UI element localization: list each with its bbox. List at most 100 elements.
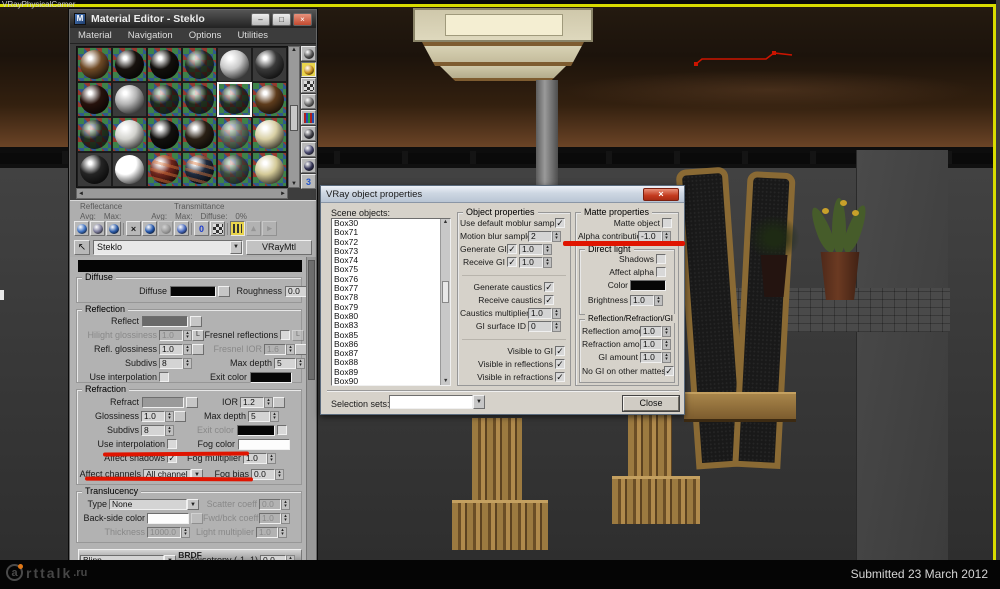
reflect-color-swatch[interactable] <box>142 316 188 327</box>
material-sample-slot-3[interactable] <box>147 47 182 82</box>
refl-glossiness-map-button[interactable] <box>192 344 204 355</box>
reset-map-icon[interactable]: × <box>126 221 141 236</box>
material-sample-slot-8[interactable] <box>112 82 147 117</box>
make-preview-icon[interactable] <box>301 126 316 141</box>
backlight-icon[interactable] <box>301 62 316 77</box>
gi-surface-id-field[interactable]: 0 <box>528 321 552 332</box>
refr-exit-color-swatch[interactable] <box>237 425 275 436</box>
material-sample-slot-19[interactable] <box>77 152 112 187</box>
refl-max-depth-field[interactable]: 5 <box>274 358 296 369</box>
fresnel-ior-field[interactable]: 1.6 <box>264 344 286 355</box>
parameters-scroll-thumb[interactable] <box>308 260 315 380</box>
material-sample-slot-21[interactable] <box>147 152 182 187</box>
generate-gi-checkbox[interactable]: ✓ <box>507 244 517 254</box>
fwd-bck-coeff-field[interactable]: 1.0 <box>259 513 281 524</box>
selection-sets-chevron-icon[interactable]: ▼ <box>473 395 485 409</box>
show-map-in-viewport-icon[interactable] <box>210 221 225 236</box>
affect-alpha-checkbox[interactable] <box>656 267 666 277</box>
hilight-glossiness-spinner[interactable]: ▴▾ <box>183 330 192 341</box>
gi-amount-field[interactable]: 1.0 <box>640 352 662 363</box>
light-multiplier-field[interactable]: 1.0 <box>256 527 278 538</box>
ior-map-button[interactable] <box>273 397 285 408</box>
translucency-type-chevron-icon[interactable]: ▼ <box>187 499 199 510</box>
fresnel-l-button[interactable]: L <box>292 330 304 341</box>
material-sample-slot-2[interactable] <box>112 47 147 82</box>
shadows-checkbox[interactable] <box>656 254 666 264</box>
fresnel-reflections-checkbox[interactable] <box>280 330 290 340</box>
minimize-button[interactable]: – <box>251 13 270 26</box>
visible-in-refractions-checkbox[interactable]: ✓ <box>555 372 565 382</box>
motion-blur-samples-spinner[interactable]: ▴▾ <box>552 231 561 242</box>
slots-horizontal-scrollbar[interactable]: ◄► <box>76 188 288 199</box>
reflection-amount-spinner[interactable]: ▴▾ <box>662 326 671 337</box>
material-name-dropdown[interactable]: Steklo ▼ <box>93 240 243 255</box>
menu-utilities[interactable]: Utilities <box>229 30 276 41</box>
menu-material[interactable]: Material <box>70 30 120 41</box>
background-icon[interactable] <box>301 78 316 93</box>
back-side-map-button[interactable] <box>191 513 203 524</box>
caustics-multiplier-spinner[interactable]: ▴▾ <box>552 308 561 319</box>
gi-surface-id-spinner[interactable]: ▴▾ <box>552 321 561 332</box>
material-sample-slot-15[interactable] <box>147 117 182 152</box>
scene-objects-listbox[interactable]: Box30Box71Box72Box73Box74Box75Box76Box77… <box>331 218 451 386</box>
scatter-coeff-field[interactable]: 0.0 <box>259 499 281 510</box>
refl-max-depth-spinner[interactable]: ▴▾ <box>296 358 305 369</box>
refraction-amount-field[interactable]: 1.0 <box>640 339 662 350</box>
back-side-color-swatch[interactable] <box>147 513 189 524</box>
refraction-amount-spinner[interactable]: ▴▾ <box>662 339 671 350</box>
material-sample-slot-18[interactable] <box>252 117 287 152</box>
refr-glossiness-map-button[interactable] <box>174 411 186 422</box>
pick-material-icon[interactable]: ↖ <box>74 240 90 255</box>
brightness-field[interactable]: 1.0 <box>630 295 654 306</box>
viewport-camera-label[interactable]: VRayPhysicalCamer <box>2 0 75 9</box>
visible-in-reflections-checkbox[interactable]: ✓ <box>555 359 565 369</box>
refr-glossiness-field[interactable]: 1.0 <box>141 411 165 422</box>
parameters-scrollbar[interactable] <box>306 257 316 562</box>
dialog-close-button[interactable]: Close <box>623 396 679 411</box>
material-sample-slot-17[interactable] <box>217 117 252 152</box>
refl-subdivs-spinner[interactable]: ▴▾ <box>183 358 192 369</box>
material-sample-slot-13[interactable] <box>77 117 112 152</box>
receive-gi-checkbox[interactable]: ✓ <box>507 257 517 267</box>
diffuse-color-swatch[interactable] <box>170 286 216 297</box>
material-type-button[interactable]: VRayMtl <box>246 240 312 255</box>
material-sample-slot-5[interactable] <box>217 47 252 82</box>
material-sample-slot-4[interactable] <box>182 47 217 82</box>
go-to-sibling-icon[interactable]: ▸ <box>262 221 277 236</box>
close-button[interactable]: × <box>293 13 312 26</box>
options-icon[interactable] <box>301 142 316 157</box>
material-sample-slot-24[interactable] <box>252 152 287 187</box>
fwd-bck-coeff-spinner[interactable]: ▴▾ <box>281 513 290 524</box>
material-map-navigator-icon[interactable]: 3 <box>301 174 316 189</box>
vray-dialog-close-button[interactable]: × <box>643 188 679 201</box>
material-sample-slot-10[interactable] <box>182 82 217 117</box>
light-multiplier-spinner[interactable]: ▴▾ <box>278 527 287 538</box>
sample-uv-tiling-icon[interactable] <box>301 94 316 109</box>
ior-spinner[interactable]: ▴▾ <box>264 397 273 408</box>
gi-amount-spinner[interactable]: ▴▾ <box>662 352 671 363</box>
make-material-copy-icon[interactable] <box>142 221 157 236</box>
no-gi-checkbox[interactable]: ✓ <box>664 366 674 376</box>
menu-navigation[interactable]: Navigation <box>120 30 181 41</box>
put-to-library-icon[interactable] <box>174 221 189 236</box>
caustics-multiplier-field[interactable]: 1.0 <box>528 308 552 319</box>
maximize-button[interactable]: □ <box>272 13 291 26</box>
alpha-contribution-spinner[interactable]: ▴▾ <box>662 231 671 242</box>
generate-gi-field[interactable]: 1.0 <box>519 244 543 255</box>
matte-color-swatch[interactable] <box>630 280 666 291</box>
assign-material-to-selection-icon[interactable] <box>106 221 121 236</box>
exit-color-swatch[interactable] <box>250 372 292 383</box>
refl-subdivs-field[interactable]: 8 <box>159 358 183 369</box>
get-material-icon[interactable] <box>74 221 89 236</box>
ior-field[interactable]: 1.2 <box>240 397 264 408</box>
slots-vertical-scrollbar[interactable]: ▲ ▼ <box>288 46 300 188</box>
fresnel-ior-spinner[interactable]: ▴▾ <box>286 344 295 355</box>
thickness-field[interactable]: 1000.0 <box>147 527 181 538</box>
material-sample-slot-11[interactable] <box>217 82 252 117</box>
hilight-glossiness-l-button[interactable]: L <box>192 330 204 341</box>
reflect-map-button[interactable] <box>190 316 202 327</box>
motion-blur-samples-field[interactable]: 2 <box>528 231 552 242</box>
fog-color-swatch[interactable] <box>238 439 290 450</box>
scatter-coeff-spinner[interactable]: ▴▾ <box>281 499 290 510</box>
reflection-amount-field[interactable]: 1.0 <box>640 326 662 337</box>
